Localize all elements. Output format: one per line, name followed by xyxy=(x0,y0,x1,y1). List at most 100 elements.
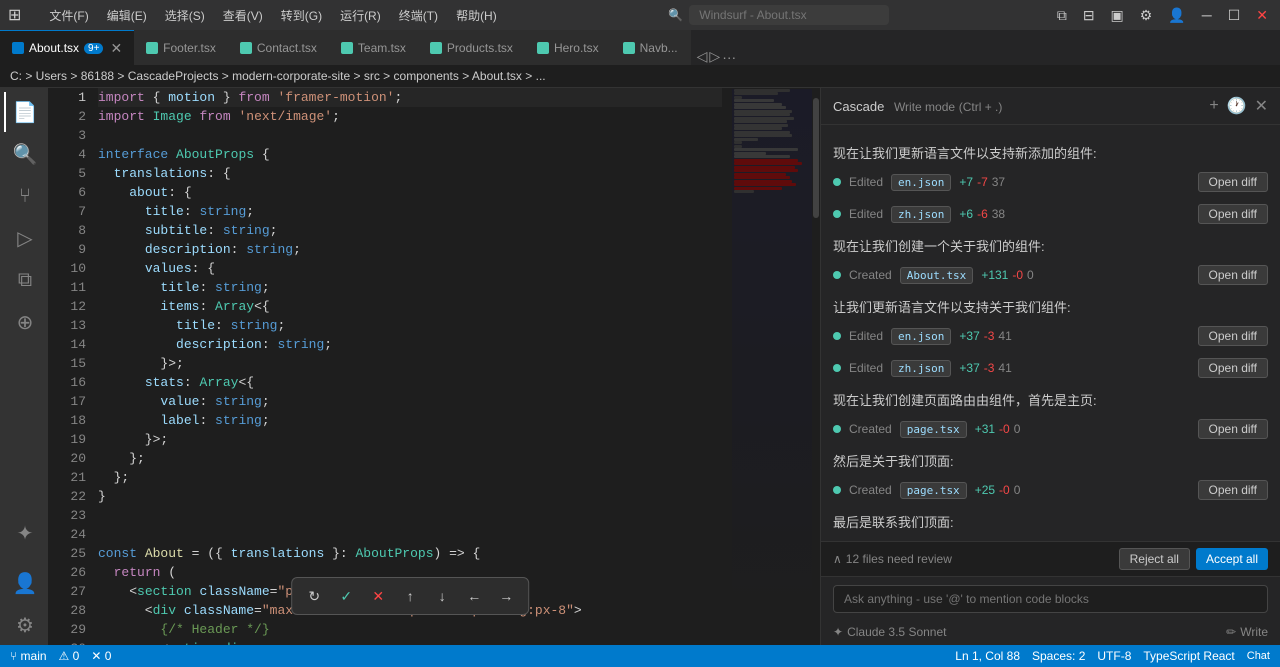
menu-file[interactable]: 文件(F) xyxy=(41,5,96,26)
code-line-15: }>; xyxy=(98,354,722,373)
title-search-input[interactable] xyxy=(689,5,889,25)
status-encoding[interactable]: UTF-8 xyxy=(1097,649,1131,663)
code-line-25: const About = ({ translations }: AboutPr… xyxy=(98,544,722,563)
menu-goto[interactable]: 转到(G) xyxy=(273,5,330,26)
open-diff-btn-1-1[interactable]: Open diff xyxy=(1198,172,1268,192)
write-label: Write xyxy=(1240,625,1268,639)
activity-extensions[interactable]: ⧉ xyxy=(4,260,44,300)
ft-check-btn[interactable]: ✓ xyxy=(332,582,360,610)
code-editor[interactable]: import { motion } from 'framer-motion'; … xyxy=(98,88,732,645)
layout-icon[interactable]: ⊟ xyxy=(1079,5,1099,26)
tab-close-icon[interactable]: ✕ xyxy=(110,40,122,57)
code-line-24 xyxy=(98,525,722,544)
status-language[interactable]: TypeScript React xyxy=(1143,649,1234,663)
scroll-indicator[interactable] xyxy=(812,88,820,645)
tab-file-icon3 xyxy=(240,42,252,54)
tab-file-icon xyxy=(12,42,24,54)
open-diff-btn-3-2[interactable]: Open diff xyxy=(1198,358,1268,378)
action-label: Edited xyxy=(849,207,883,221)
activity-account[interactable]: 👤 xyxy=(4,563,44,603)
minus-stat: -3 xyxy=(984,329,995,343)
activity-explorer[interactable]: 📄 xyxy=(4,92,44,132)
plus-stat: +7 xyxy=(959,175,973,189)
menu-help[interactable]: 帮助(H) xyxy=(448,5,505,26)
tab-back-btn[interactable]: ◁ xyxy=(697,48,708,65)
status-errors[interactable]: ✕ 0 xyxy=(91,649,111,663)
code-line-8: subtitle: string; xyxy=(98,221,722,240)
activity-remote[interactable]: ⊕ xyxy=(4,302,44,342)
line-num-23: 23 xyxy=(56,506,86,525)
tab-footer[interactable]: Footer.tsx xyxy=(134,30,228,65)
minimize-btn[interactable]: ─ xyxy=(1198,5,1216,25)
menu-edit[interactable]: 编辑(E) xyxy=(99,5,155,26)
status-spaces[interactable]: Spaces: 2 xyxy=(1032,649,1085,663)
ft-down-btn[interactable]: ↓ xyxy=(428,582,456,610)
panel-add-icon[interactable]: + xyxy=(1209,97,1218,115)
total-stat: 41 xyxy=(998,361,1011,375)
dot-icon xyxy=(833,210,841,218)
activity-settings[interactable]: ⚙ xyxy=(4,605,44,645)
action-label: Created xyxy=(849,422,892,436)
maximize-btn[interactable]: ☐ xyxy=(1224,5,1245,26)
menu-select[interactable]: 选择(S) xyxy=(157,5,213,26)
status-branch[interactable]: ⑂ main xyxy=(10,649,47,663)
tab-contact[interactable]: Contact.tsx xyxy=(228,30,329,65)
code-line-12: items: Array<{ xyxy=(98,297,722,316)
close-btn[interactable]: ✕ xyxy=(1252,5,1272,26)
tab-forward-btn[interactable]: ▷ xyxy=(709,48,720,65)
tab-navb[interactable]: Navb... xyxy=(611,30,691,65)
account-icon[interactable]: 👤 xyxy=(1164,5,1189,26)
menu-view[interactable]: 查看(V) xyxy=(215,5,271,26)
line-num-20: 20 xyxy=(56,449,86,468)
menu-terminal[interactable]: 终端(T) xyxy=(391,5,446,26)
panel-mode: Write mode xyxy=(894,100,955,114)
settings-icon[interactable]: ⚙ xyxy=(1136,5,1157,26)
ft-left-btn[interactable]: ← xyxy=(460,582,488,610)
code-line-22: } xyxy=(98,487,722,506)
ft-right-btn[interactable]: → xyxy=(492,582,520,610)
accept-all-btn[interactable]: Accept all xyxy=(1196,548,1268,570)
chat-label[interactable]: Chat xyxy=(1247,650,1270,662)
activity-run[interactable]: ▷ xyxy=(4,218,44,258)
diff-stats: +131 -0 0 xyxy=(981,268,1033,282)
activity-search[interactable]: 🔍 xyxy=(4,134,44,174)
line-num-6: 6 xyxy=(56,183,86,202)
open-diff-btn-3-1[interactable]: Open diff xyxy=(1198,326,1268,346)
status-warnings[interactable]: ⚠ 0 xyxy=(59,649,80,663)
plus-stat: +6 xyxy=(959,207,973,221)
tab-team[interactable]: Team.tsx xyxy=(329,30,418,65)
layout2-icon[interactable]: ▣ xyxy=(1107,5,1128,26)
reject-all-btn[interactable]: Reject all xyxy=(1119,548,1190,570)
file-entry-2-1: Created About.tsx +131 -0 0 Open diff xyxy=(833,261,1268,289)
tab-label5: Products.tsx xyxy=(447,41,513,55)
tab-label3: Contact.tsx xyxy=(257,41,317,55)
ft-x-btn[interactable]: ✕ xyxy=(364,582,392,610)
open-diff-btn-1-2[interactable]: Open diff xyxy=(1198,204,1268,224)
chat-input[interactable] xyxy=(833,585,1268,613)
open-diff-btn-5-1[interactable]: Open diff xyxy=(1198,480,1268,500)
tab-about[interactable]: About.tsx 9+ ✕ xyxy=(0,30,134,65)
step-6-text: 最后是联系我们顶面: xyxy=(833,512,1268,531)
dot-icon xyxy=(833,271,841,279)
split-editor-icon[interactable]: ⧉ xyxy=(1053,5,1071,26)
tab-products[interactable]: Products.tsx xyxy=(418,30,525,65)
menu-run[interactable]: 运行(R) xyxy=(332,5,389,26)
panel-history-icon[interactable]: 🕐 xyxy=(1227,96,1247,116)
ft-refresh-btn[interactable]: ↻ xyxy=(300,582,328,610)
panel-close-icon[interactable]: ✕ xyxy=(1255,96,1268,116)
open-diff-btn-2-1[interactable]: Open diff xyxy=(1198,265,1268,285)
activity-source-control[interactable]: ⑂ xyxy=(4,176,44,216)
model-name-text: Claude 3.5 Sonnet xyxy=(847,625,946,639)
line-num-11: 11 xyxy=(56,278,86,297)
code-line-14: description: string; xyxy=(98,335,722,354)
open-diff-btn-4-1[interactable]: Open diff xyxy=(1198,419,1268,439)
status-position[interactable]: Ln 1, Col 88 xyxy=(955,649,1020,663)
line-num-5: 5 xyxy=(56,164,86,183)
action-label: Edited xyxy=(849,175,883,189)
ft-up-btn[interactable]: ↑ xyxy=(396,582,424,610)
tab-label4: Team.tsx xyxy=(358,41,406,55)
scroll-thumb[interactable] xyxy=(813,98,819,218)
activity-cascade[interactable]: ✦ xyxy=(4,513,44,553)
tab-more-btn[interactable]: ··· xyxy=(722,49,736,65)
tab-hero[interactable]: Hero.tsx xyxy=(525,30,611,65)
